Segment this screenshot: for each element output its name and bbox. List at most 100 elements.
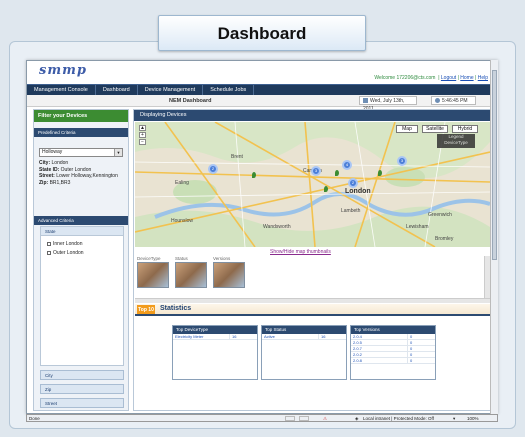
horizontal-scrollbar[interactable] [135, 298, 490, 303]
map-label-lewisham: Lewisham [406, 224, 429, 230]
checkbox-label: Outer London [53, 250, 84, 256]
zoom-dropdown-icon[interactable]: ▾ [453, 415, 455, 422]
map-label-london: London [345, 188, 371, 195]
time-text: 5:46:45 PM [442, 98, 468, 104]
table-row[interactable]: Electricity Meter 16 [173, 334, 257, 340]
map-pin-icon[interactable] [324, 186, 328, 192]
scrollbar-thumb[interactable] [492, 70, 497, 260]
map-cluster-marker[interactable]: 4 [342, 160, 352, 170]
thumb-label-versions: Versions [213, 256, 231, 261]
table-row[interactable]: Active 16 [262, 334, 346, 340]
map-cluster-marker[interactable]: 2 [348, 178, 358, 188]
state-label: State ID: [39, 166, 60, 173]
zone-text: Local intranet | Protected Mode: Off [363, 416, 434, 421]
sub-header: NEM Dashboard Wed, July 13th, 2011 5:46:… [27, 95, 492, 112]
nav-schedule-jobs[interactable]: Schedule Jobs [203, 85, 255, 95]
thumbnail-versions[interactable] [213, 262, 245, 288]
city-label: City: [39, 160, 51, 166]
map-cluster-marker[interactable]: 3 [397, 156, 407, 166]
accordion-city[interactable]: City [40, 370, 124, 380]
chevron-down-icon[interactable]: ▼ [114, 149, 122, 156]
nav-management-console[interactable]: Management Console [27, 85, 96, 95]
clock-icon [435, 98, 440, 104]
cell-name: 2.0.7 [353, 346, 362, 351]
map-label-brent: Brent [231, 154, 243, 160]
top-status-table: Top Status Active 16 [261, 325, 347, 380]
map-pin-icon[interactable] [335, 170, 339, 176]
accordion-street[interactable]: Street [40, 398, 124, 408]
state-value: Outer London [60, 166, 92, 173]
map-cluster-marker[interactable]: 3 [311, 166, 321, 176]
statistics-divider [135, 314, 490, 316]
device-map[interactable]: ▲ + − Map Satellite Hybrid Legend Device… [135, 122, 490, 247]
logo: smmp [39, 63, 87, 78]
state-section-header[interactable]: State [41, 227, 123, 236]
cell-value: 0 [407, 358, 437, 364]
page-scrollbar[interactable] [490, 60, 498, 414]
zoom-level[interactable]: 100% [467, 415, 479, 422]
cell-name: 2.0.8 [353, 358, 362, 363]
criteria-info: City: London State ID: Outer London Stre… [39, 160, 125, 186]
show-hide-thumbnails-link[interactable]: Show/Hide map thumbnails [270, 249, 331, 255]
nav-dashboard[interactable]: Dashboard [96, 85, 138, 95]
page-title: NEM Dashboard [169, 98, 212, 104]
filter-title: Filter your Devices [34, 110, 128, 122]
displaying-devices-header: Displaying Devices [134, 110, 491, 121]
main-nav: Management Console Dashboard Device Mana… [27, 84, 492, 95]
table-header: Top Status [262, 326, 346, 334]
zip-label: Zip: [39, 179, 49, 186]
criteria-select[interactable]: Holloway ▼ [39, 148, 123, 157]
nav-device-management[interactable]: Device Management [138, 85, 204, 95]
map-legend[interactable]: Legend DeviceType [437, 134, 475, 148]
thumbnail-devicetype[interactable] [137, 262, 169, 288]
filter-panel: Filter your Devices Predefined Criteria … [33, 109, 129, 411]
statistics-title: Statistics [160, 305, 192, 312]
criteria-select-value: Holloway [42, 149, 63, 155]
checkbox-label: Inner London [53, 241, 83, 247]
top-versions-table: Top Versions 2.0.4 0 2.0.5 0 2.0.7 0 2.0.2 0… [350, 325, 436, 380]
table-header: Top Versions [351, 326, 435, 334]
home-link[interactable]: Home [460, 75, 473, 81]
calendar-icon [363, 98, 368, 104]
table-header: Top DeviceType [173, 326, 257, 334]
welcome-area: Welcome 172206@cts.com | Logout | Home |… [374, 75, 488, 81]
app-header: smmp Welcome 172206@cts.com | Logout | H… [27, 61, 492, 84]
map-type-satellite-button[interactable]: Satellite [422, 125, 448, 133]
zoom-out-icon[interactable]: − [139, 139, 146, 145]
thumb-label-devicetype: DeviceType [137, 256, 161, 261]
date-display: Wed, July 13th, 2011 [359, 96, 417, 112]
cell-name: 2.0.5 [353, 340, 362, 345]
checkbox-outer-london[interactable]: Outer London [47, 250, 84, 256]
zoom-controls: ▲ + − [139, 125, 148, 146]
map-type-hybrid-button[interactable]: Hybrid [452, 125, 478, 133]
thumb-label-status: Status [175, 256, 188, 261]
thumbnail-status[interactable] [175, 262, 207, 288]
cell-name: Active [264, 334, 275, 339]
map-label-bromley: Bromley [435, 236, 454, 242]
zoom-in-icon[interactable]: + [139, 132, 146, 138]
checkbox-icon[interactable] [47, 250, 51, 255]
accordion-zip[interactable]: Zip [40, 384, 124, 394]
slide-title: Dashboard [158, 15, 366, 51]
pan-up-icon[interactable]: ▲ [139, 125, 146, 131]
help-link[interactable]: Help [478, 75, 488, 81]
map-label-ealing: Ealing [175, 180, 189, 186]
checkbox-inner-london[interactable]: Inner London [47, 241, 82, 247]
map-pin-icon[interactable] [252, 172, 256, 178]
table-row[interactable]: 2.0.8 0 [351, 358, 435, 364]
map-type-map-button[interactable]: Map [396, 125, 418, 133]
cell-value: 16 [318, 334, 348, 340]
map-label-wandsworth: Wandsworth [263, 224, 291, 230]
checkbox-icon[interactable] [47, 241, 51, 246]
map-cluster-marker[interactable]: 2 [208, 164, 218, 174]
cell-name: 2.0.4 [353, 334, 362, 339]
logout-link[interactable]: Logout [441, 75, 456, 81]
street-value: Lower Holloway,Kennington [56, 173, 118, 179]
advanced-criteria-header[interactable]: Advanced Criteria [34, 216, 128, 225]
cell-value: 16 [229, 334, 259, 340]
predefined-criteria-header[interactable]: Predefined Criteria [34, 128, 128, 137]
map-pin-icon[interactable] [378, 170, 382, 176]
top-devicetype-table: Top DeviceType Electricity Meter 16 [172, 325, 258, 380]
city-value: London [51, 160, 69, 166]
security-icon: ⚠ [323, 416, 328, 421]
